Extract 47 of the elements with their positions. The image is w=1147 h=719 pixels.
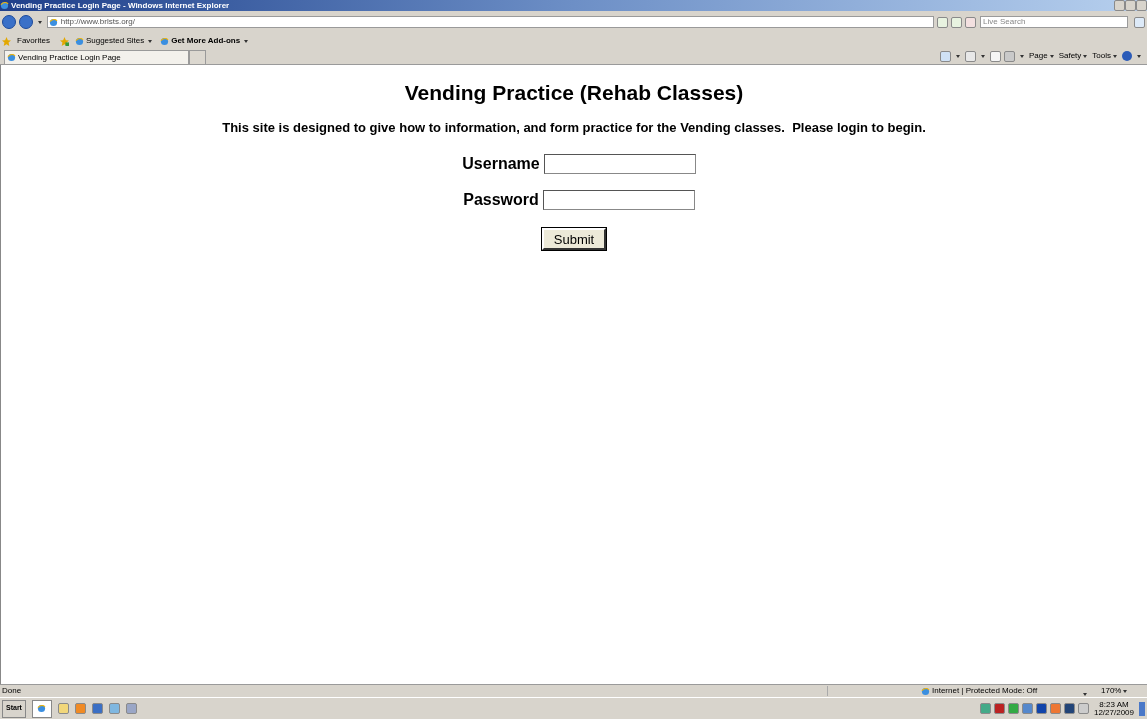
caret-icon[interactable] <box>1113 54 1117 58</box>
browser-logo-icon <box>160 36 170 46</box>
clock-time: 8:23 AM <box>1099 700 1129 709</box>
caret-icon[interactable] <box>148 39 153 43</box>
browser-logo-icon <box>48 17 58 27</box>
clock-date: 12/27/2009 <box>1093 708 1134 717</box>
back-button[interactable] <box>2 15 16 29</box>
submit-button[interactable]: Submit <box>541 227 607 250</box>
taskbar-browser-icon[interactable] <box>31 699 52 718</box>
caret-icon[interactable] <box>1019 54 1024 58</box>
favorites-link[interactable]: Suggested Sites <box>74 35 155 47</box>
security-zone: Internet | Protected Mode: Off <box>921 685 1081 697</box>
zoom-button[interactable]: 170% <box>1101 685 1145 697</box>
caret-icon[interactable] <box>1083 54 1088 58</box>
status-text: Done <box>2 685 22 697</box>
caret-icon[interactable] <box>980 54 985 58</box>
command-menu[interactable]: Safety <box>1058 50 1090 62</box>
caret-icon[interactable] <box>1049 54 1054 58</box>
caret-icon[interactable] <box>37 20 42 24</box>
command-menu[interactable]: Tools <box>1092 50 1119 62</box>
browser-logo-icon <box>37 704 47 713</box>
field-label: Password <box>463 189 539 210</box>
browser-tab[interactable]: Vending Practice Login Page <box>4 50 189 64</box>
forward-button[interactable] <box>18 15 33 29</box>
browser-logo-icon <box>0 1 9 10</box>
caret-icon[interactable] <box>244 39 249 43</box>
caret-icon[interactable] <box>1137 54 1141 58</box>
input-field[interactable] <box>543 153 696 174</box>
browser-logo-icon <box>921 686 930 696</box>
intro-text: This site is designed to give how to information, and form practice for the Vending classes. Please login to begin. <box>222 119 926 138</box>
favorites-link[interactable]: Get More Add-ons <box>160 35 251 47</box>
caret-icon[interactable] <box>955 54 960 58</box>
page-heading: Vending Practice (Rehab Classes) <box>404 80 744 106</box>
star-icon <box>2 36 11 46</box>
command-menu[interactable]: Page <box>1028 50 1056 62</box>
window-title: Vending Practice Login Page - Windows Internet Explorer <box>11 1 230 10</box>
new-tab-button[interactable] <box>189 50 206 64</box>
show-desktop-button[interactable] <box>1139 701 1145 716</box>
input-field[interactable] <box>542 189 695 210</box>
favorites-button[interactable]: Favorites <box>17 35 50 47</box>
browser-logo-icon <box>7 53 16 62</box>
address-field[interactable]: http://www.brlsts.org/ <box>46 16 935 28</box>
browser-logo-icon <box>74 36 84 46</box>
field-label: Username <box>462 153 540 174</box>
search-field[interactable]: Live Search <box>980 16 1129 28</box>
add-favorite-icon[interactable] <box>59 36 69 46</box>
caret-icon[interactable] <box>1123 689 1128 693</box>
